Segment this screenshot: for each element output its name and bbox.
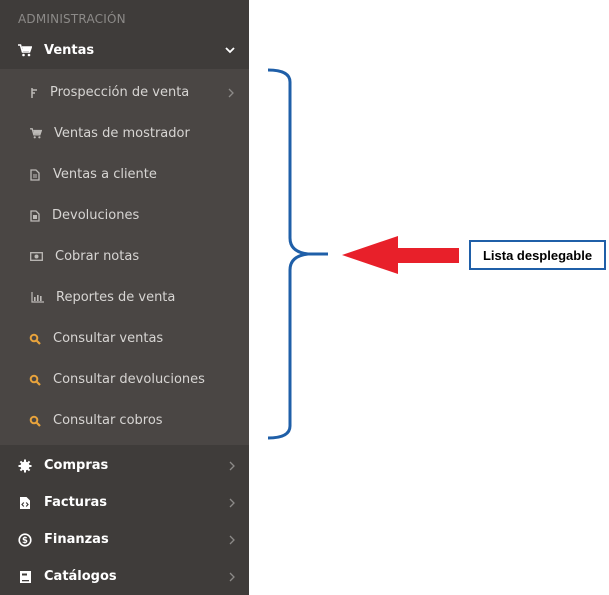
search-icon [28,414,42,428]
search-icon [28,373,42,387]
search-icon [28,332,42,346]
cart-icon [18,44,32,58]
chevron-right-icon [226,571,238,583]
annotation-label: Lista desplegable [469,240,606,270]
dollar-circle-icon: $ [18,532,32,547]
submenu-item-label: Prospección de venta [50,85,190,100]
invoice-code-icon [18,496,32,510]
menu-item-facturas[interactable]: Facturas [0,484,249,521]
menu-item-label: Compras [44,458,109,473]
submenu-item-label: Reportes de venta [56,290,176,305]
submenu-item-consultar-ventas[interactable]: Consultar ventas [0,318,249,359]
svg-text:$: $ [22,536,28,546]
cart-icon [29,127,43,141]
submenu-item-consultar-cobros[interactable]: Consultar cobros [0,400,249,441]
submenu-item-consultar-devoluciones[interactable]: Consultar devoluciones [0,359,249,400]
annotation-bracket [267,68,309,440]
annotation-overlay [267,68,459,440]
chevron-right-icon [225,87,237,99]
submenu-item-ventas-cliente[interactable]: Ventas a cliente [0,154,249,195]
document-icon [28,168,42,182]
menu-item-finanzas[interactable]: $ Finanzas [0,521,249,558]
book-icon [18,570,32,584]
gear-icon [18,459,32,473]
section-header-administracion: ADMINISTRACIÓN [18,12,126,26]
submenu-item-label: Consultar devoluciones [53,372,205,387]
menu-item-label: Ventas [44,43,95,58]
menu-item-label: Facturas [44,495,107,510]
ventas-submenu: Prospección de venta Ventas de mostrador… [0,69,249,445]
menu-item-ventas[interactable]: Ventas [0,32,249,69]
money-icon [29,250,43,264]
submenu-item-label: Consultar cobros [53,413,163,428]
filter-icon [28,86,42,100]
submenu-item-devoluciones[interactable]: Devoluciones [0,195,249,236]
chevron-right-icon [226,497,238,509]
submenu-item-prospeccion[interactable]: Prospección de venta [0,72,249,113]
document-return-icon [28,209,42,223]
submenu-item-cobrar-notas[interactable]: Cobrar notas [0,236,249,277]
menu-item-compras[interactable]: Compras [0,447,249,484]
menu-item-catalogos[interactable]: Catálogos [0,558,249,595]
submenu-item-label: Ventas a cliente [53,167,157,182]
bar-chart-icon [30,291,44,305]
menu-item-label: Finanzas [44,532,109,547]
submenu-item-label: Ventas de mostrador [54,126,190,141]
submenu-item-label: Consultar ventas [53,331,164,346]
submenu-item-ventas-mostrador[interactable]: Ventas de mostrador [0,113,249,154]
submenu-item-reportes[interactable]: Reportes de venta [0,277,249,318]
submenu-item-label: Devoluciones [52,208,140,223]
submenu-item-label: Cobrar notas [55,249,140,264]
menu-item-label: Catálogos [44,569,117,584]
annotation-arrow [342,236,459,274]
sidebar: ADMINISTRACIÓN Ventas Prospección de ven… [0,0,249,595]
chevron-right-icon [226,460,238,472]
chevron-right-icon [226,534,238,546]
chevron-down-icon [224,45,236,57]
